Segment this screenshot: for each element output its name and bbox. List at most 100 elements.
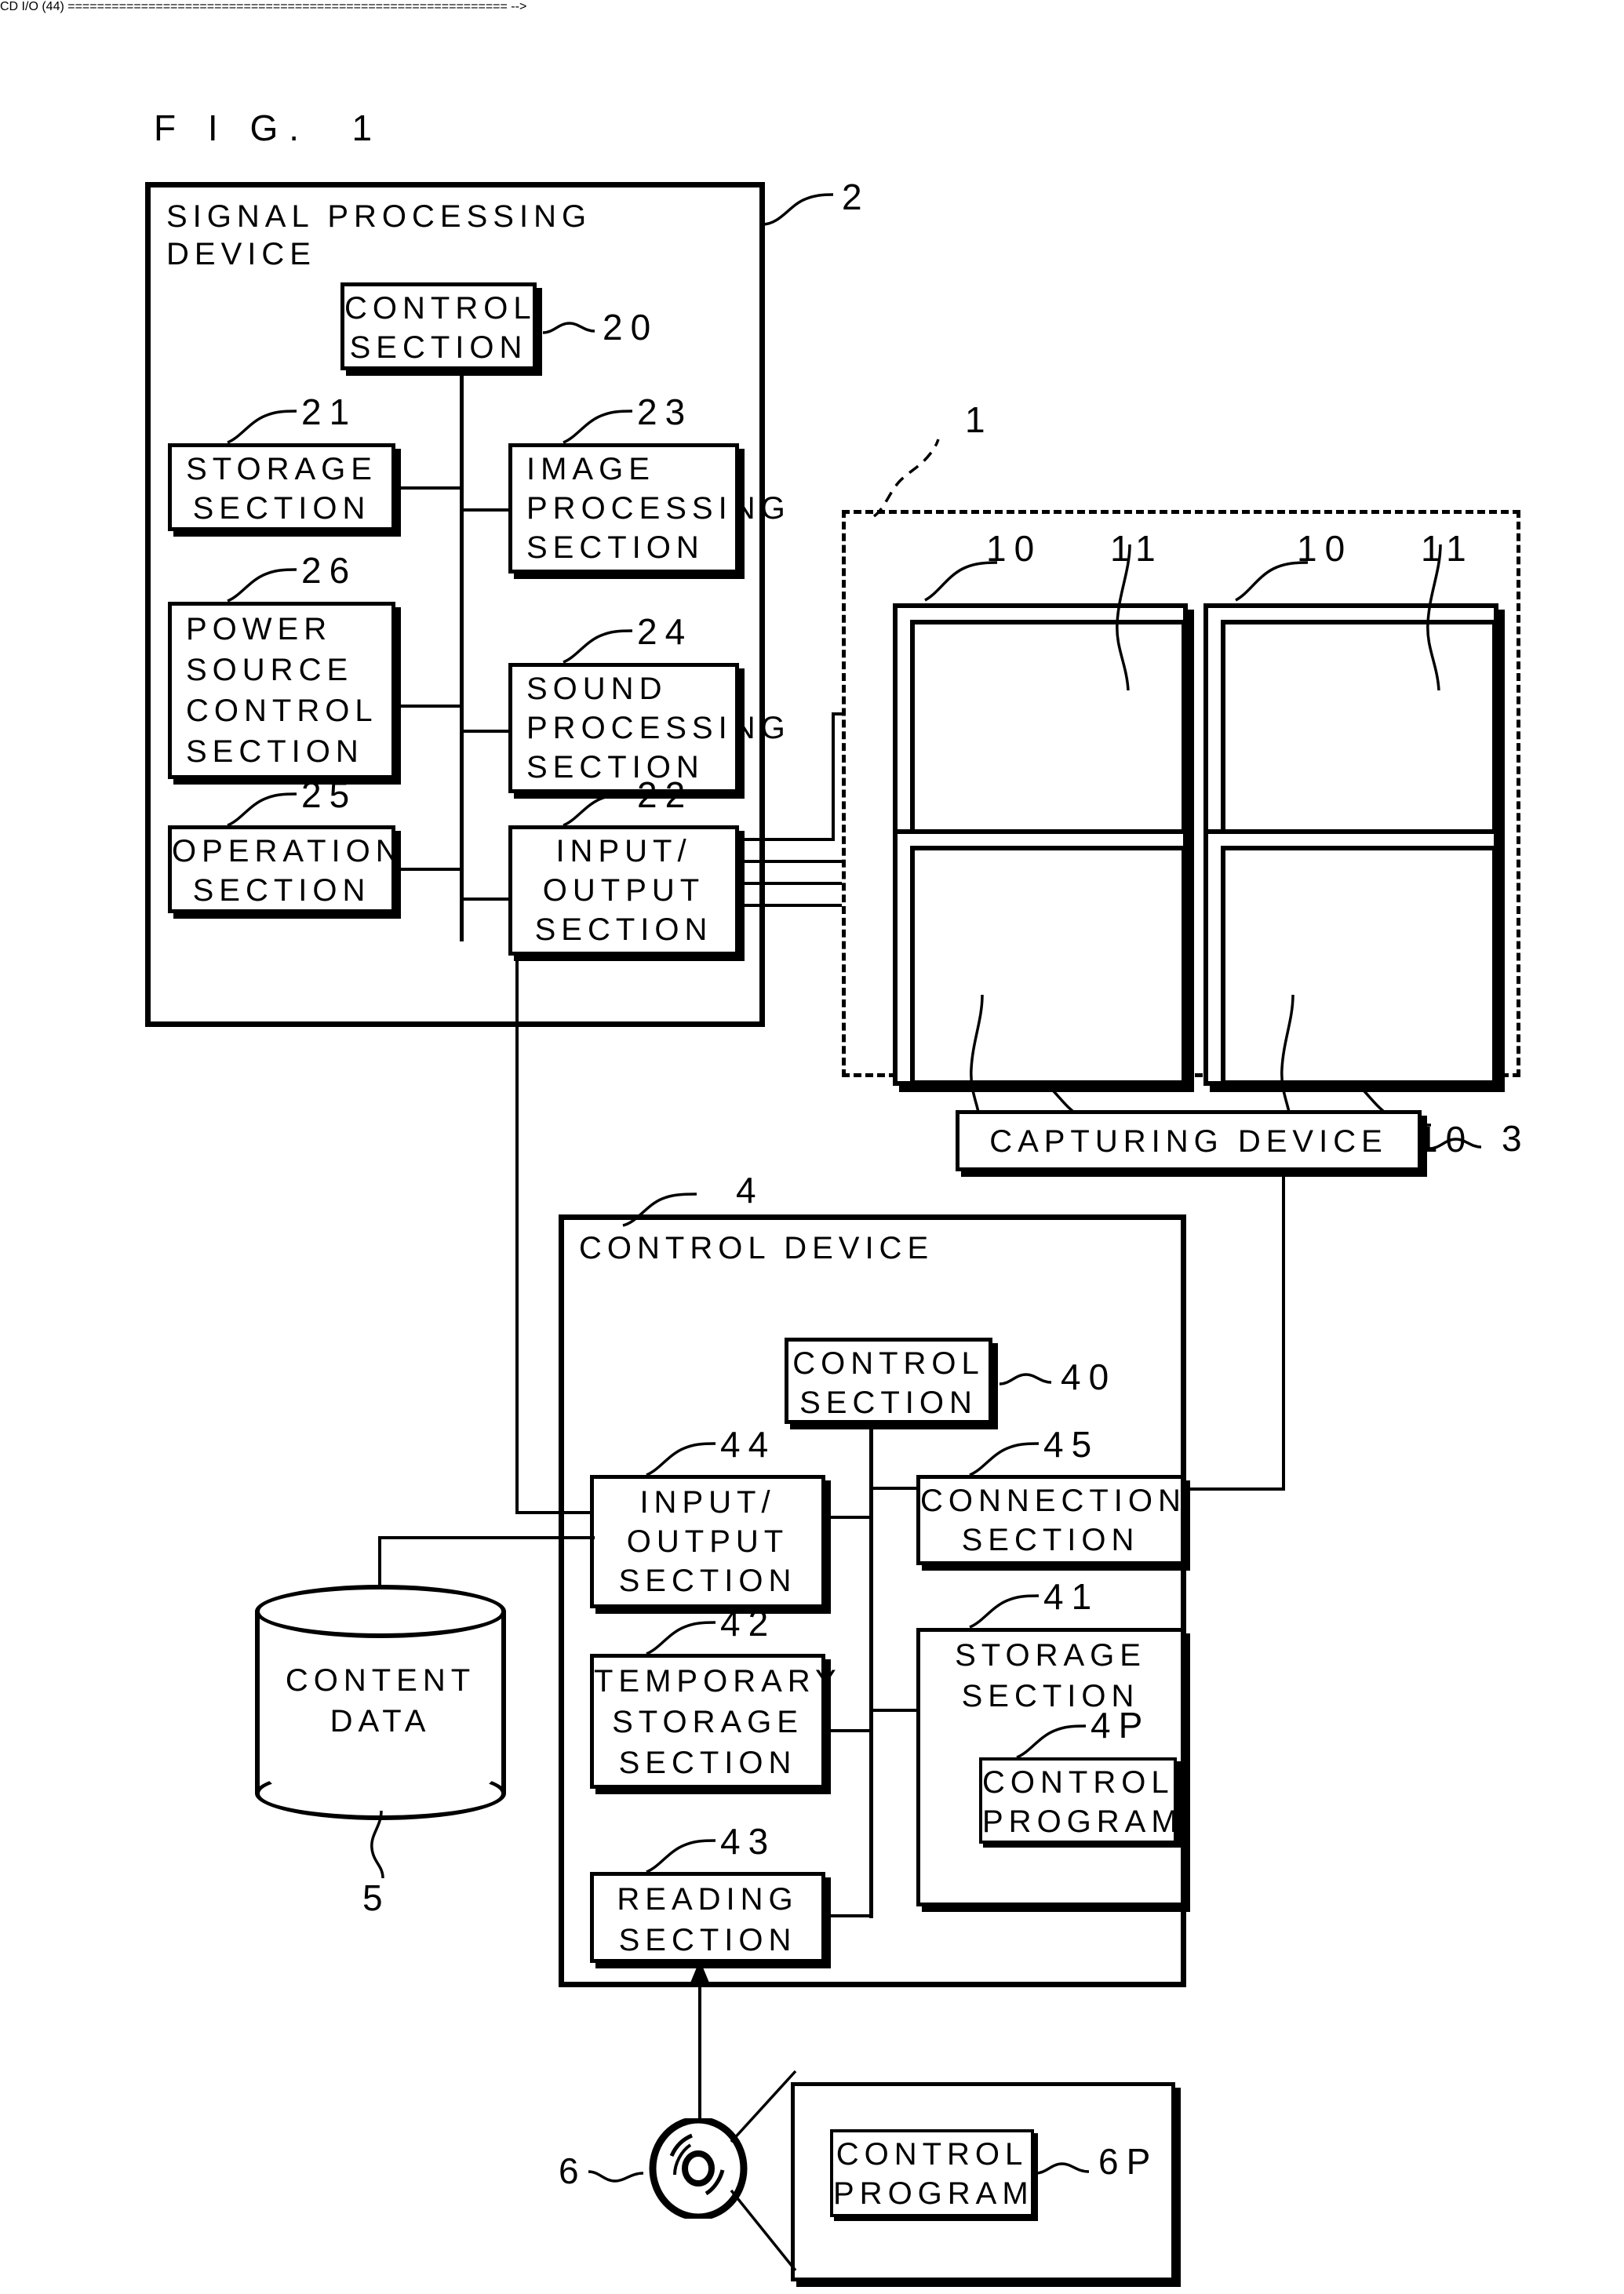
spd-line-power-to-bus [395, 705, 463, 708]
ref-1-leader [872, 439, 940, 518]
ref-43-leader [646, 1839, 716, 1873]
ref-44-leader [646, 1442, 716, 1477]
spd-control-section-label-2: SECTION [349, 330, 528, 365]
spd-image-processing-section-box: IMAGE PROCESSING SECTION [508, 443, 791, 574]
ref-23-leader [563, 410, 633, 444]
ref-44-label: 44 [720, 1424, 777, 1465]
ref-2-label: 2 [842, 177, 870, 217]
cable-run-a-h [739, 838, 835, 841]
spd-image-processing-label-3: SECTION [526, 530, 705, 565]
ref-25-label: 25 [301, 774, 358, 815]
medium-control-program-label-2: PROGRAM [833, 2176, 1034, 2211]
cd-connection-section-box: CONNECTION SECTION [916, 1475, 1185, 1565]
ref-6-label: 6 [559, 2150, 587, 2191]
spd-sound-label-2: PROCESSING [526, 711, 791, 745]
ref-42-leader [646, 1621, 716, 1655]
spd-control-section-label-1: CONTROL [344, 291, 537, 326]
ref-22-label: 22 [637, 774, 694, 815]
content-data-label-2: DATA [330, 1704, 431, 1739]
figure-label: F I G. 1 [154, 107, 384, 148]
ref-41-label: 41 [1043, 1576, 1100, 1617]
cd-bus-vertical [869, 1424, 873, 1918]
cd-reading-label-1: READING [617, 1882, 799, 1917]
spd-operation-label-2: SECTION [192, 873, 371, 908]
cd-control-section-label-2: SECTION [799, 1386, 978, 1420]
cd-io-label-3: SECTION [618, 1564, 797, 1598]
cd-reading-label-2: SECTION [618, 1923, 797, 1957]
spd-image-processing-label-1: IMAGE [526, 452, 655, 486]
spd-storage-section-label-2: SECTION [192, 491, 371, 526]
medium-control-program-label-1: CONTROL [836, 2137, 1029, 2172]
ref-4-label: 4 [736, 1170, 764, 1211]
cd-control-program-label-2: PROGRAM [982, 1804, 1183, 1839]
cd-connection-label-1: CONNECTION [920, 1484, 1186, 1518]
spd-power-source-control-section-box: POWER SOURCE CONTROL SECTION [168, 602, 395, 779]
ref-11-top-right-label: 11 [1421, 528, 1474, 569]
spd-input-output-section-box: INPUT/ OUTPUT SECTION [508, 825, 739, 956]
ref-26-leader [227, 568, 297, 603]
line-capture-to-connection-h [1183, 1487, 1285, 1491]
ref-2-leader [762, 193, 834, 226]
cable-run-a-v [832, 712, 835, 841]
content-data-label-1: CONTENT [285, 1663, 476, 1698]
spd-power-label-4: SECTION [186, 734, 364, 769]
medium-control-program-box: CONTROL PROGRAM [830, 2129, 1034, 2217]
capturing-device-box: CAPTURING DEVICE [956, 1110, 1422, 1171]
spd-storage-section-label-1: STORAGE [186, 452, 377, 486]
ref-3-label: 3 [1502, 1118, 1530, 1159]
spd-line-storage-to-bus [395, 486, 463, 490]
callout-line-upper [730, 2070, 797, 2143]
signal-processing-device-title-line2: DEVICE [166, 237, 316, 271]
ref-24-label: 24 [637, 611, 694, 652]
spd-io-label-2: OUTPUT [542, 873, 705, 908]
display-unit-screen-bottom-right [1221, 846, 1497, 1085]
cd-connection-label-2: SECTION [961, 1523, 1140, 1557]
cd-control-program-box: CONTROL PROGRAM [979, 1757, 1183, 1844]
cd-line-bus-to-storage [869, 1709, 918, 1712]
ref-25-leader [227, 792, 297, 827]
ref-11-top-left-label: 11 [1110, 528, 1163, 569]
cd-temp-storage-label-3: SECTION [618, 1746, 797, 1780]
spd-line-bus-to-io [460, 898, 512, 901]
ref-4-leader [622, 1193, 697, 1227]
spd-operation-section-box: OPERATION SECTION [168, 825, 404, 913]
spd-io-label-3: SECTION [534, 912, 713, 947]
content-data-cylinder: CONTENT DATA [255, 1585, 506, 1820]
content-data-cylinder-top [255, 1585, 506, 1638]
cd-temp-storage-label-2: STORAGE [612, 1705, 803, 1739]
cd-control-program-label-1: CONTROL [982, 1765, 1174, 1800]
ref-6-leader [588, 2170, 644, 2183]
ref-22-leader [563, 792, 633, 827]
cd-line-io-to-bus [825, 1516, 872, 1519]
spd-sound-label-1: SOUND [526, 672, 668, 706]
ref-3-leader [1429, 1138, 1482, 1150]
arrow-up-to-reading-icon [681, 1960, 719, 2030]
spd-bus-vertical [460, 369, 464, 941]
ref-5-label: 5 [362, 1877, 391, 1918]
ref-40-label: 40 [1061, 1356, 1117, 1397]
cd-io-label-1: INPUT/ [639, 1485, 776, 1520]
cd-temporary-storage-section-box: TEMPORARY STORAGE SECTION [590, 1654, 836, 1789]
callout-line-lower [730, 2189, 797, 2272]
ref-11-bottom-left-leader [970, 994, 984, 1126]
cd-line-temp-to-bus [825, 1729, 872, 1732]
ref-21-leader [227, 410, 297, 444]
ref-24-leader [563, 629, 633, 664]
spd-power-label-2: SOURCE [186, 653, 354, 687]
ref-11-bottom-right-leader [1280, 994, 1294, 1126]
capturing-device-label: CAPTURING DEVICE [989, 1124, 1388, 1159]
spd-sound-processing-section-box: SOUND PROCESSING SECTION [508, 663, 791, 793]
ref-6P-label: 6P [1098, 2141, 1159, 2182]
line-capture-to-connection-v [1282, 1171, 1285, 1491]
cd-line-bus-to-connection [869, 1487, 918, 1490]
control-device-title: CONTROL DEVICE [579, 1231, 934, 1265]
spd-operation-label-1: OPERATION [172, 834, 404, 868]
ref-42-label: 42 [720, 1603, 777, 1644]
ref-45-leader [969, 1442, 1040, 1477]
line-spd-io-to-cd-io-h [515, 1511, 592, 1514]
spd-storage-section-box: STORAGE SECTION [168, 443, 395, 531]
spd-line-operation-to-bus [395, 868, 463, 871]
spd-power-label-3: CONTROL [186, 694, 378, 728]
ref-45-label: 45 [1043, 1424, 1100, 1465]
spd-image-processing-label-2: PROCESSING [526, 491, 791, 526]
